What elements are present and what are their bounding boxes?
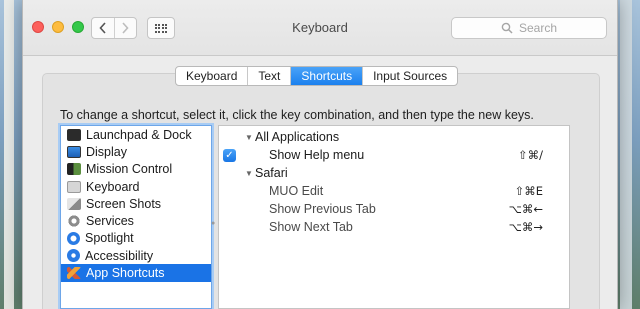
category-label: Keyboard bbox=[86, 179, 140, 194]
category-app-shortcuts[interactable]: App Shortcuts bbox=[61, 264, 211, 282]
category-accessibility[interactable]: Accessibility bbox=[61, 247, 211, 264]
tab-text[interactable]: Text bbox=[247, 67, 290, 85]
shortcut-keys[interactable]: ⇧⌘/ bbox=[518, 148, 543, 162]
category-label: App Shortcuts bbox=[86, 266, 165, 281]
shortcut-label: Show Help menu bbox=[269, 148, 365, 162]
preferences-window: Keyboard Search Keyboard Text Shortcuts … bbox=[22, 0, 618, 309]
tab-input-sources[interactable]: Input Sources bbox=[362, 67, 457, 85]
display-icon bbox=[67, 145, 81, 158]
category-services[interactable]: Services bbox=[61, 212, 211, 229]
category-launchpad-dock[interactable]: Launchpad & Dock bbox=[61, 126, 211, 143]
tab-shortcuts[interactable]: Shortcuts bbox=[290, 67, 363, 85]
category-label: Launchpad & Dock bbox=[86, 127, 192, 142]
launchpad-dock-icon bbox=[67, 128, 81, 141]
keyboard-icon bbox=[67, 180, 81, 193]
shortcuts-list[interactable]: ▼ All Applications ✓ Show Help menu ⇧⌘/ … bbox=[218, 125, 570, 309]
split-handle[interactable]: ● bbox=[211, 220, 216, 227]
title-bar: Keyboard Search bbox=[23, 0, 617, 56]
mission-control-icon bbox=[67, 163, 81, 176]
group-row[interactable]: ▼ All Applications bbox=[219, 128, 569, 146]
search-field[interactable]: Search bbox=[451, 17, 607, 39]
accessibility-icon bbox=[67, 249, 80, 263]
group-label: All Applications bbox=[255, 130, 340, 144]
shortcut-label: MUO Edit bbox=[269, 184, 324, 198]
tab-keyboard[interactable]: Keyboard bbox=[176, 67, 247, 85]
instruction-text: To change a shortcut, select it, click t… bbox=[60, 108, 534, 122]
category-list[interactable]: Launchpad & Dock Display Mission Control… bbox=[60, 125, 212, 309]
shortcut-keys[interactable]: ⌥⌘→ bbox=[509, 220, 543, 234]
category-label: Services bbox=[86, 214, 134, 229]
spotlight-icon bbox=[67, 231, 80, 245]
shortcut-row[interactable]: Show Next Tab ⌥⌘→ bbox=[219, 218, 569, 236]
category-label: Spotlight bbox=[85, 231, 134, 246]
disclosure-triangle-icon[interactable]: ▼ bbox=[245, 169, 253, 178]
screen-shots-icon bbox=[67, 197, 81, 210]
category-label: Screen Shots bbox=[86, 196, 162, 211]
category-label: Mission Control bbox=[86, 162, 173, 177]
shortcut-label: Show Previous Tab bbox=[269, 202, 376, 216]
app-shortcuts-icon bbox=[67, 267, 81, 280]
disclosure-triangle-icon[interactable]: ▼ bbox=[245, 133, 253, 142]
tab-bar: Keyboard Text Shortcuts Input Sources bbox=[175, 66, 459, 86]
category-label: Accessibility bbox=[85, 248, 154, 263]
shortcut-row[interactable]: Show Previous Tab ⌥⌘← bbox=[219, 200, 569, 218]
category-label: Display bbox=[86, 144, 127, 159]
group-label: Safari bbox=[255, 166, 288, 180]
shortcut-row[interactable]: MUO Edit ⇧⌘E bbox=[219, 182, 569, 200]
category-screen-shots[interactable]: Screen Shots bbox=[61, 195, 211, 212]
search-placeholder: Search bbox=[518, 21, 558, 35]
category-mission-control[interactable]: Mission Control bbox=[61, 161, 211, 178]
shortcut-keys[interactable]: ⇧⌘E bbox=[515, 184, 543, 198]
gear-icon bbox=[67, 215, 81, 228]
category-display[interactable]: Display bbox=[61, 143, 211, 160]
shortcut-row[interactable]: ✓ Show Help menu ⇧⌘/ bbox=[219, 146, 569, 164]
category-spotlight[interactable]: Spotlight bbox=[61, 230, 211, 247]
search-icon bbox=[501, 22, 513, 34]
checkbox-checked[interactable]: ✓ bbox=[223, 148, 236, 162]
group-row[interactable]: ▼ Safari bbox=[219, 164, 569, 182]
shortcut-keys[interactable]: ⌥⌘← bbox=[509, 202, 543, 216]
shortcut-label: Show Next Tab bbox=[269, 220, 353, 234]
category-keyboard[interactable]: Keyboard bbox=[61, 178, 211, 195]
